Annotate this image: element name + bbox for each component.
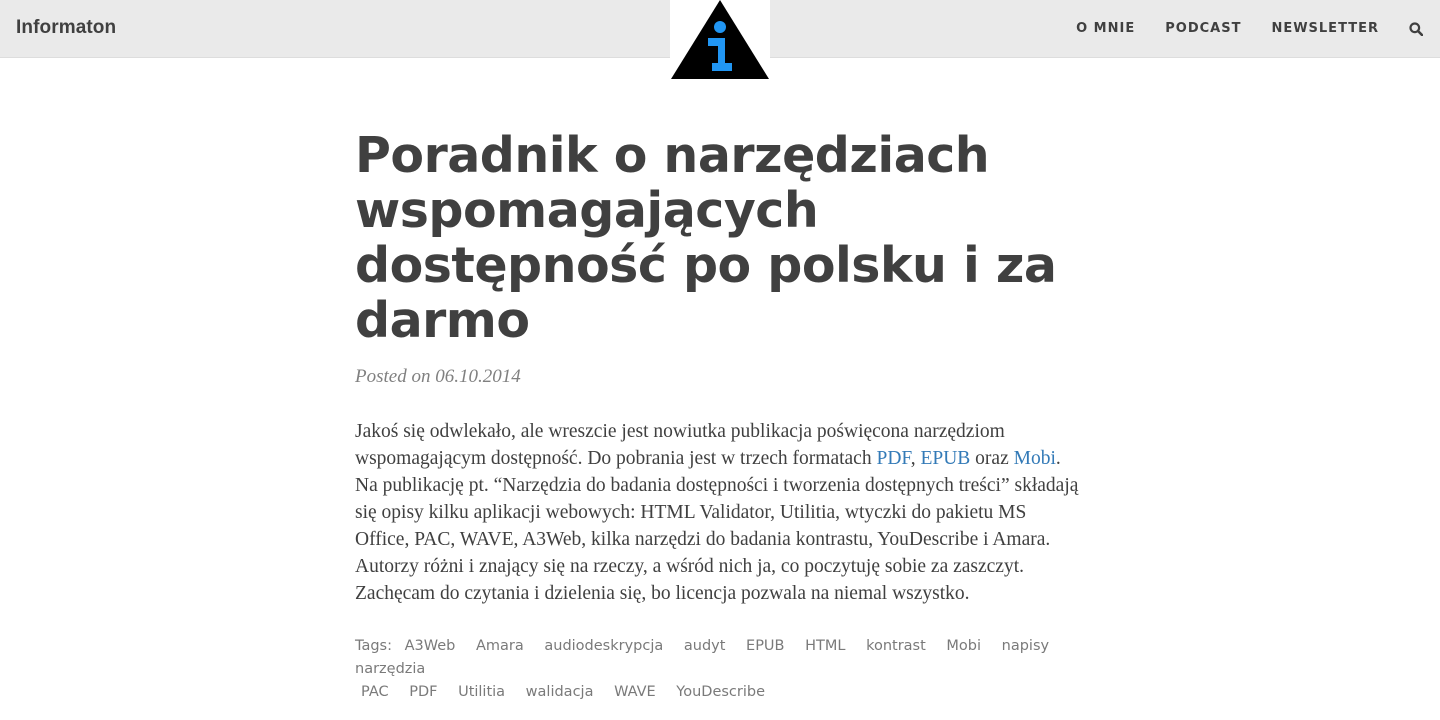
- body-text-part: . Na publikację pt. “Narzędzia do badani…: [355, 448, 1079, 604]
- tag-link[interactable]: A3Web: [405, 638, 456, 654]
- search-icon[interactable]: [1409, 21, 1424, 36]
- download-pdf-link[interactable]: PDF: [876, 448, 910, 469]
- site-logo[interactable]: [670, 0, 770, 80]
- site-brand-link[interactable]: Informaton: [16, 17, 116, 39]
- nav-item-newsletter[interactable]: NEWSLETTER: [1271, 21, 1379, 36]
- tag-link[interactable]: EPUB: [746, 638, 784, 654]
- tag-link[interactable]: PDF: [409, 684, 437, 700]
- post-title: Poradnik o narzędziach wspomagających do…: [355, 127, 1057, 349]
- post-body: Jakoś się odwlekało, ale wreszcie jest n…: [355, 418, 1085, 607]
- tag-link[interactable]: Utilitia: [458, 684, 505, 700]
- tag-link[interactable]: Amara: [476, 638, 524, 654]
- tag-link[interactable]: HTML: [805, 638, 845, 654]
- tag-link[interactable]: audyt: [684, 638, 726, 654]
- main-nav: O MNIE PODCAST NEWSLETTER: [1076, 0, 1440, 57]
- body-separator: ,: [910, 448, 921, 469]
- tag-link[interactable]: walidacja: [526, 684, 594, 700]
- download-epub-link[interactable]: EPUB: [920, 448, 970, 469]
- tag-link[interactable]: narzędzia: [355, 661, 425, 677]
- tag-link[interactable]: Mobi: [946, 638, 981, 654]
- tags-label: Tags:: [355, 638, 392, 654]
- tags-row: Tags: A3Web Amara audiodeskrypcja audyt …: [355, 635, 1090, 681]
- tag-link[interactable]: napisy: [1002, 638, 1049, 654]
- download-mobi-link[interactable]: Mobi: [1014, 448, 1056, 469]
- post-article: Poradnik o narzędziach wspomagających do…: [355, 128, 1085, 704]
- info-triangle-logo-icon: [671, 0, 769, 79]
- tag-link[interactable]: audiodeskrypcja: [544, 638, 663, 654]
- tag-link[interactable]: kontrast: [866, 638, 926, 654]
- tags-row: PAC PDF Utilitia walidacja WAVE YouDescr…: [355, 681, 1090, 704]
- body-separator: oraz: [970, 448, 1014, 469]
- nav-item-about[interactable]: O MNIE: [1076, 21, 1135, 36]
- post-meta: Posted on 06.10.2014: [355, 366, 521, 387]
- tag-link[interactable]: WAVE: [614, 684, 656, 700]
- navbar: Informaton O MNIE PODCAST NEWSLETTER: [0, 0, 1440, 80]
- post-tags: Tags: A3Web Amara audiodeskrypcja audyt …: [355, 635, 1090, 704]
- tag-link[interactable]: YouDescribe: [676, 684, 765, 700]
- tag-link[interactable]: PAC: [361, 684, 389, 700]
- nav-item-podcast[interactable]: PODCAST: [1165, 21, 1241, 36]
